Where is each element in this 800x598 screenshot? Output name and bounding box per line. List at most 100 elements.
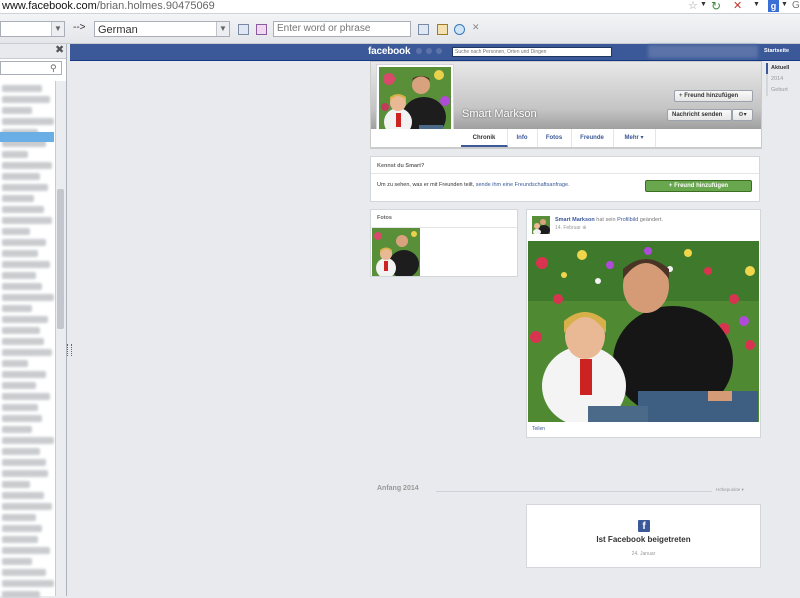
sidebar-list-item[interactable]	[2, 151, 28, 158]
post-date[interactable]: 14. Februar ⊕	[555, 225, 586, 231]
sidebar-list-item[interactable]	[2, 327, 40, 334]
sidebar-list-item[interactable]	[2, 261, 50, 268]
scrubber-item-birth[interactable]: Geburt	[766, 85, 798, 96]
post-photo[interactable]	[528, 241, 759, 422]
tab-fotos[interactable]: Fotos	[537, 129, 572, 147]
sidebar-list-item[interactable]	[2, 338, 44, 345]
sidebar-list-item[interactable]	[2, 349, 52, 356]
messages-icon[interactable]	[426, 48, 432, 54]
sidebar-list-item[interactable]	[2, 294, 54, 301]
globe-icon[interactable]	[454, 24, 465, 35]
sidebar-list-item[interactable]	[2, 85, 42, 92]
phrase-input[interactable]	[273, 21, 411, 37]
address-bar[interactable]: www.facebook.com/brian.holmes.90475069 ☆…	[0, 0, 800, 14]
sidebar-list-item[interactable]	[2, 558, 32, 565]
sidebar-list-item[interactable]	[2, 536, 38, 543]
scroll-thumb[interactable]	[57, 189, 64, 329]
dictionary-icon[interactable]	[256, 24, 267, 35]
scrubber-item-current[interactable]: Aktuell	[766, 63, 798, 74]
sidebar-list-item[interactable]	[2, 437, 54, 444]
send-message-button[interactable]: Nachricht senden	[667, 109, 732, 121]
add-friend-button[interactable]: + Freund hinzufügen	[674, 90, 753, 102]
sidebar-list-item[interactable]	[2, 470, 48, 477]
sidebar-list-item[interactable]	[2, 525, 42, 532]
sidebar-list-item[interactable]	[2, 206, 44, 213]
home-link[interactable]: Startseite	[764, 44, 789, 59]
sidebar-list-item[interactable]	[2, 426, 32, 433]
google-search-icon[interactable]: g	[768, 0, 779, 12]
share-link[interactable]: Teilen	[532, 426, 545, 432]
sidebar-list-item[interactable]	[2, 107, 32, 114]
profile-picture[interactable]	[376, 64, 454, 138]
sidebar-list-item[interactable]	[2, 591, 40, 598]
sidebar-list-item[interactable]	[2, 448, 40, 455]
sidebar-list-item[interactable]	[2, 481, 30, 488]
sidebar-list-item[interactable]	[2, 382, 36, 389]
sidebar-list-item[interactable]	[2, 250, 38, 257]
friend-requests-icon[interactable]	[416, 48, 422, 54]
sidebar-list-item[interactable]	[2, 503, 52, 510]
sidebar-list-item[interactable]	[2, 569, 46, 576]
dropdown-icon[interactable]: ▼	[753, 1, 760, 8]
sidebar-selected-item[interactable]	[0, 132, 54, 142]
resize-handle[interactable]	[67, 344, 72, 356]
photos-title[interactable]: Fotos	[377, 215, 392, 221]
close-icon[interactable]: ✕	[472, 22, 480, 33]
sidebar-list-item[interactable]	[2, 195, 34, 202]
sidebar-list-item[interactable]	[2, 184, 48, 191]
dropdown-icon[interactable]: ▼	[781, 1, 788, 8]
sidebar-list-item[interactable]	[2, 492, 44, 499]
close-icon[interactable]: ✖	[55, 44, 64, 57]
sidebar-list-item[interactable]	[2, 547, 50, 554]
profile-picture-link[interactable]: Profilbild	[617, 217, 638, 223]
target-language-select[interactable]: German ▼	[94, 21, 230, 37]
sidebar-list-item[interactable]	[2, 316, 48, 323]
sidebar-list-item[interactable]	[2, 371, 46, 378]
sidebar-scrollbar[interactable]	[55, 81, 66, 596]
post-author-avatar[interactable]	[532, 216, 550, 234]
sidebar-list-item[interactable]	[2, 162, 52, 169]
sidebar-list-item[interactable]	[2, 283, 42, 290]
sidebar-list-item[interactable]	[2, 459, 46, 466]
sidebar-search-input[interactable]: ⚲	[0, 61, 62, 75]
scrubber-item-2014[interactable]: 2014	[766, 74, 798, 85]
sidebar-list-item[interactable]	[2, 272, 36, 279]
photo-thumbnail[interactable]	[372, 228, 420, 276]
highlights-dropdown[interactable]: Höhepunkte ▾	[716, 487, 744, 493]
add-friend-green-button[interactable]: + Freund hinzufügen	[645, 180, 752, 192]
sidebar-list-item[interactable]	[2, 514, 36, 521]
user-name-link[interactable]	[648, 45, 758, 58]
tab-info[interactable]: Info	[507, 129, 538, 147]
friend-request-link[interactable]: sende ihm eine Freundschaftsanfrage.	[476, 182, 570, 188]
sidebar-list-item[interactable]	[2, 118, 54, 125]
sidebar-list-item[interactable]	[2, 239, 46, 246]
translate-phrase-icon[interactable]	[418, 24, 429, 35]
tab-freunde[interactable]: Freunde	[571, 129, 614, 147]
sidebar-list-item[interactable]	[2, 217, 52, 224]
facebook-logo[interactable]: facebook	[368, 44, 411, 59]
sidebar-list-item[interactable]	[2, 360, 28, 367]
source-language-select[interactable]: ▼	[0, 21, 65, 37]
url-text[interactable]: www.facebook.com/brian.holmes.90475069	[2, 0, 215, 13]
sidebar-list-item[interactable]	[2, 415, 42, 422]
sidebar-list-item[interactable]	[2, 580, 54, 587]
sidebar-list-item[interactable]	[2, 393, 50, 400]
tab-chronik[interactable]: Chronik	[461, 129, 508, 147]
sidebar-list-item[interactable]	[2, 404, 38, 411]
more-options-button[interactable]: ⚙▾	[732, 109, 753, 121]
star-icon[interactable]: ☆	[688, 0, 698, 12]
sidebar-list-item[interactable]	[2, 228, 30, 235]
notifications-icon[interactable]	[436, 48, 442, 54]
clipboard-icon[interactable]	[437, 24, 448, 35]
post-author-link[interactable]: Smart Markson	[555, 217, 595, 223]
sidebar-list-item[interactable]	[2, 96, 50, 103]
tab-mehr[interactable]: Mehr ▾	[613, 129, 656, 147]
profile-name[interactable]: Smart Markson	[462, 108, 537, 120]
dropdown-icon[interactable]: ▼	[700, 1, 707, 8]
sidebar-list-item[interactable]	[2, 305, 32, 312]
sidebar-list-item[interactable]	[2, 173, 40, 180]
reload-icon[interactable]: ↻	[711, 0, 721, 13]
translate-page-icon[interactable]	[238, 24, 249, 35]
facebook-search-input[interactable]	[452, 47, 612, 57]
stop-icon[interactable]: ✕	[733, 0, 742, 12]
